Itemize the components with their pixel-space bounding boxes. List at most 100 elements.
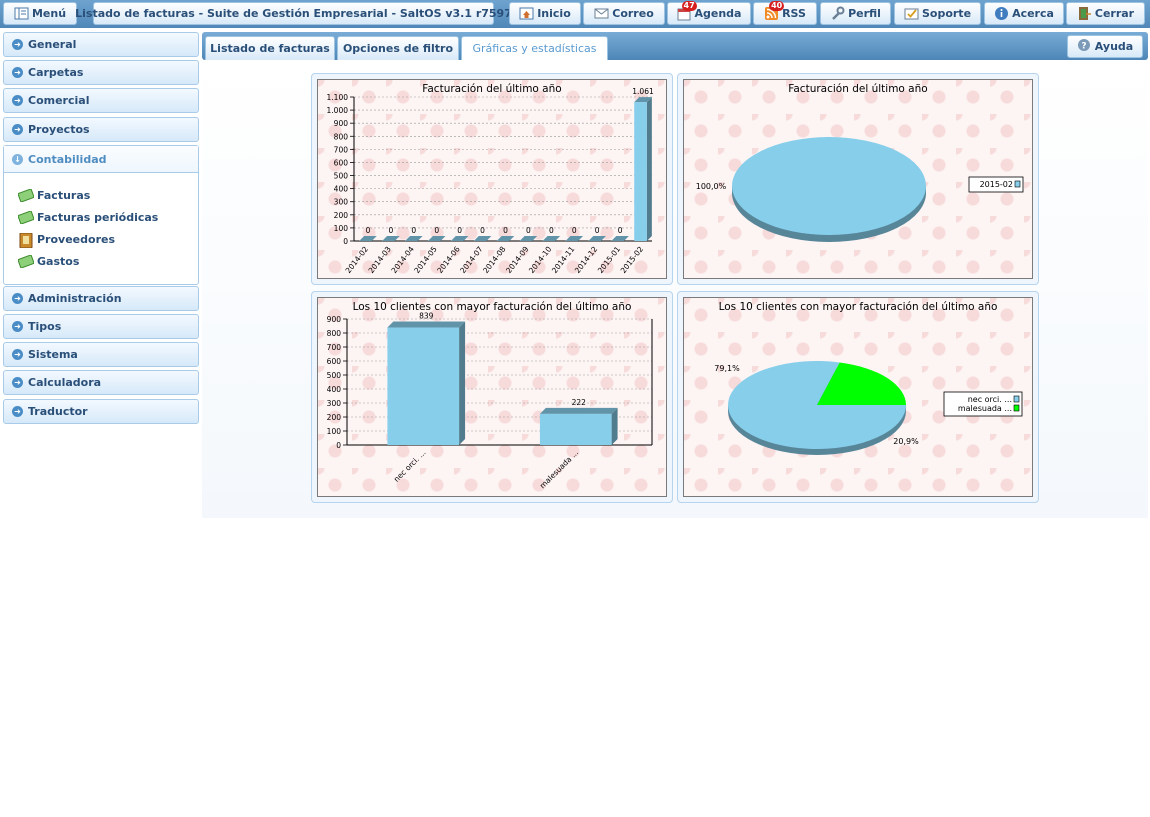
top-clients-pie-chart: Los 10 clientes con mayor facturación de… <box>714 301 1023 455</box>
y-tick-label: 1.100 <box>327 93 349 102</box>
sidebar-item-label: Sistema <box>28 348 78 361</box>
help-button[interactable]: ? Ayuda <box>1067 35 1143 58</box>
data-label: 0 <box>434 226 439 235</box>
inicio-button[interactable]: Inicio <box>509 2 581 25</box>
data-label: 0 <box>480 226 485 235</box>
sidebar-item-comercial[interactable]: ➜ Comercial <box>3 88 199 113</box>
y-tick-label: 0 <box>343 237 348 246</box>
pie-pct-label: 79,1% <box>714 364 740 373</box>
charts-area: Facturación del último año 0 100 200 300 400 5… <box>202 60 1148 518</box>
sidebar-subitem-proveedores[interactable]: Proveedores <box>4 228 198 250</box>
y-tick-label: 200 <box>327 413 342 422</box>
sidebar-subitem-label: Proveedores <box>37 232 115 246</box>
sidebar-item-proyectos[interactable]: ➜ Proyectos <box>3 117 199 142</box>
x-tick-label: 2014-03 <box>367 245 394 275</box>
address-book-icon <box>18 232 34 248</box>
sidebar-item-carpetas[interactable]: ➜ Carpetas <box>3 60 199 85</box>
arrow-right-icon: ➜ <box>12 67 23 78</box>
x-tick-label: 2014-07 <box>458 245 485 275</box>
mail-icon <box>594 6 609 21</box>
data-label: 222 <box>572 398 587 407</box>
correo-button[interactable]: Correo <box>583 2 665 25</box>
bar-side <box>611 407 618 445</box>
arrow-down-icon: ↓ <box>12 153 23 165</box>
y-tick-label: 1.000 <box>327 106 349 115</box>
banknote-icon <box>17 209 35 225</box>
y-tick-label: 500 <box>334 172 349 181</box>
tab-listado-de-facturas[interactable]: Listado de facturas <box>205 36 335 60</box>
y-tick-label: 100 <box>327 427 342 436</box>
data-label: 1.061 <box>632 87 654 96</box>
y-tick-label: 300 <box>327 399 342 408</box>
soporte-button[interactable]: Soporte <box>894 2 981 25</box>
bar <box>539 413 612 445</box>
chart-title: Los 10 clientes con mayor facturación de… <box>353 301 632 313</box>
sidebar-item-traductor[interactable]: ➜ Traductor <box>3 399 199 424</box>
sidebar-subitem-gastos[interactable]: Gastos <box>4 250 198 272</box>
bar-side <box>646 97 652 241</box>
sidebar-item-calculadora[interactable]: ➜ Calculadora <box>3 370 199 395</box>
bar-top <box>539 407 618 414</box>
tab-label: Gráficas y estadísticas <box>472 42 597 55</box>
calendar-icon: 47 <box>677 1 697 21</box>
legend-label: nec orci. ... <box>968 395 1012 404</box>
sidebar-item-sistema[interactable]: ➜ Sistema <box>3 342 199 367</box>
arrow-right-icon: ➜ <box>12 124 23 135</box>
banknote-icon <box>17 187 35 203</box>
svg-text:?: ? <box>1081 42 1086 52</box>
data-label: 0 <box>595 226 600 235</box>
agenda-button[interactable]: 47 Agenda <box>667 1 751 25</box>
bar-top <box>450 236 469 241</box>
x-tick-label: 2014-02 <box>344 245 371 275</box>
sidebar-item-label: Administración <box>28 292 122 305</box>
sidebar-item-administracion[interactable]: ➜ Administración <box>3 286 199 311</box>
x-tick-label: 2014-08 <box>481 245 508 275</box>
menu-label: Menú <box>31 7 67 20</box>
data-label: 0 <box>411 226 416 235</box>
tab-label: Listado de facturas <box>210 42 330 55</box>
tab-graficas-y-estadisticas[interactable]: Gráficas y estadísticas <box>461 36 608 60</box>
tab-opciones-de-filtro[interactable]: Opciones de filtro <box>337 36 459 60</box>
chart-card-top-clients-pie: Los 10 clientes con mayor facturación de… <box>677 291 1039 503</box>
y-tick-label: 600 <box>334 158 349 167</box>
bar-side <box>459 321 466 445</box>
legend-swatch <box>1013 404 1020 412</box>
sidebar-item-general[interactable]: ➜ General <box>3 32 199 57</box>
rss-label: RSS <box>782 7 806 20</box>
tab-label: Opciones de filtro <box>342 42 454 55</box>
sidebar-item-label: Contabilidad <box>28 152 107 166</box>
sidebar-item-label: General <box>28 38 77 51</box>
sidebar-item-contabilidad[interactable]: ↓ Contabilidad <box>4 146 198 173</box>
x-tick-label: 2014-05 <box>412 245 439 275</box>
x-tick-label: 2014-06 <box>435 245 462 275</box>
data-label: 839 <box>419 312 434 321</box>
sidebar-item-tipos[interactable]: ➜ Tipos <box>3 314 199 339</box>
help-icon: ? <box>1077 38 1091 55</box>
bar <box>387 327 460 445</box>
sidebar-subitem-facturas-periodicas[interactable]: Facturas periódicas <box>4 206 198 228</box>
acerca-button[interactable]: Acerca <box>984 2 1064 25</box>
arrow-right-icon: ➜ <box>12 293 23 304</box>
wrench-icon <box>830 6 845 21</box>
legend-swatch <box>1013 395 1020 403</box>
bar-top <box>519 236 538 241</box>
cerrar-button[interactable]: Cerrar <box>1066 2 1145 25</box>
sidebar-item-label: Carpetas <box>28 66 84 79</box>
arrow-right-icon: ➜ <box>12 377 23 388</box>
rss-button[interactable]: 40 RSS <box>753 1 817 25</box>
data-label: 0 <box>549 226 554 235</box>
sidebar-subitem-facturas[interactable]: Facturas <box>4 184 198 206</box>
y-tick-label: 400 <box>327 385 342 394</box>
y-tick-label: 500 <box>327 371 342 380</box>
arrow-right-icon: ➜ <box>12 406 23 417</box>
perfil-button[interactable]: Perfil <box>820 2 891 25</box>
y-tick-label: 600 <box>327 357 342 366</box>
app-title: Listado de facturas - Suite de Gestión E… <box>75 2 512 25</box>
sidebar-item-label: Calculadora <box>28 376 102 389</box>
agenda-badge: 47 <box>681 1 697 11</box>
x-tick-label: 2014-12 <box>573 245 600 275</box>
menu-button[interactable]: Menú <box>3 2 77 25</box>
sidebar-subitem-label: Gastos <box>37 254 80 268</box>
banknote-icon <box>17 253 35 269</box>
chart-title: Los 10 clientes con mayor facturación de… <box>719 301 998 313</box>
